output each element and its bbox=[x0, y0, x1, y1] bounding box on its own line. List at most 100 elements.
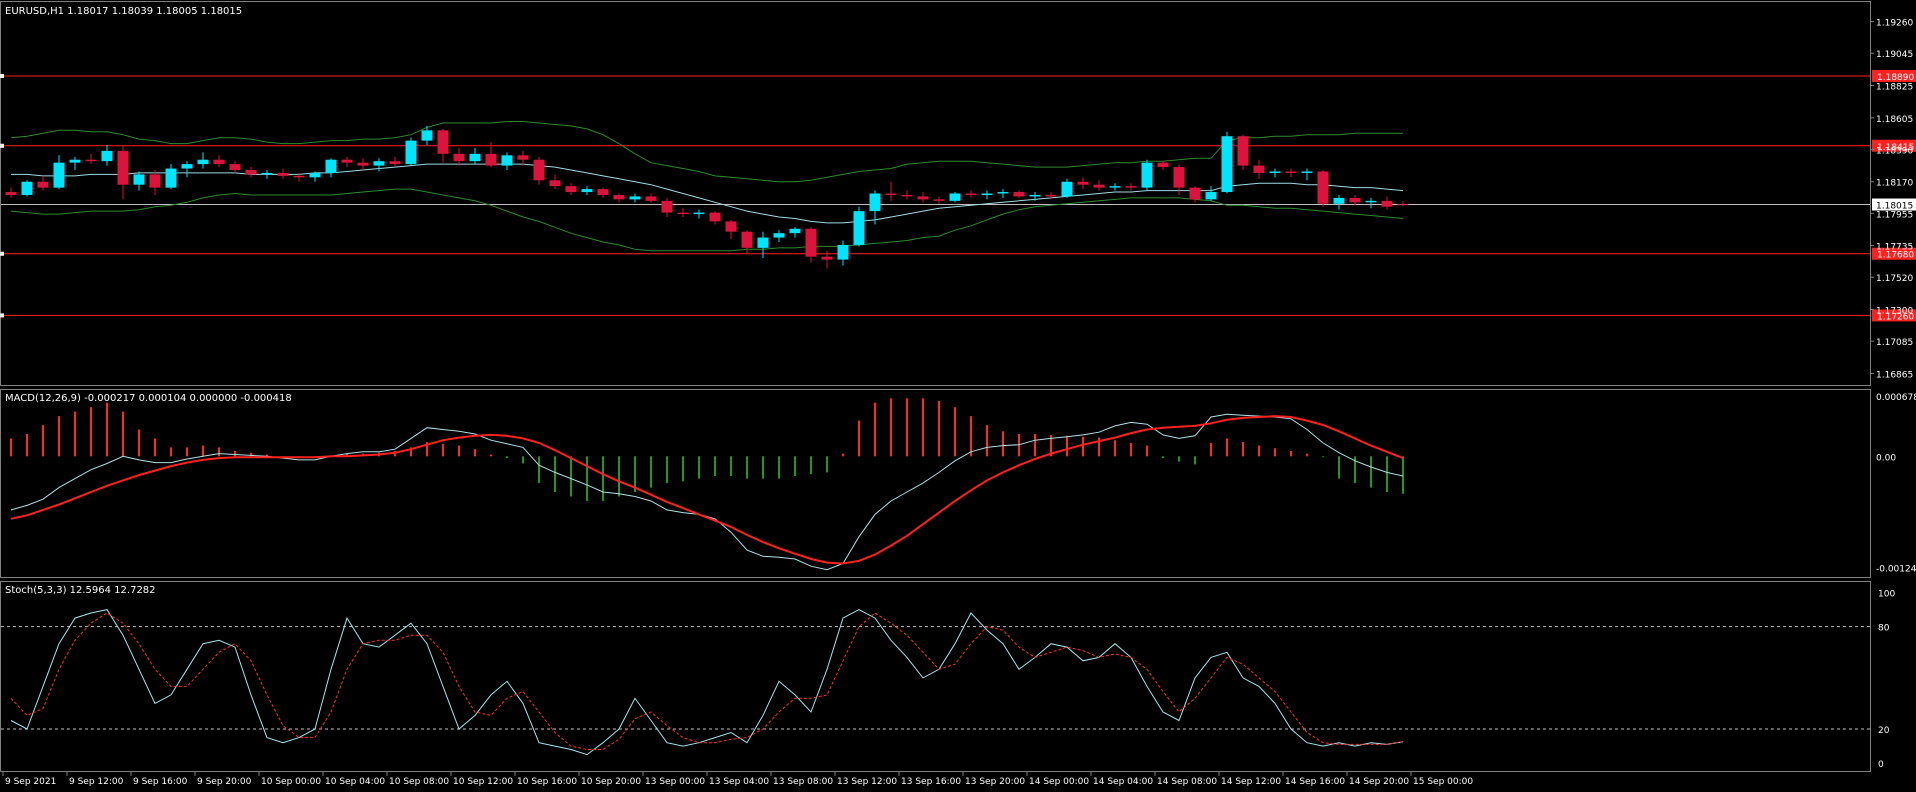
candle-body bbox=[1109, 186, 1121, 188]
level-handle-3 bbox=[0, 313, 4, 318]
candle-body bbox=[197, 159, 209, 165]
time-tick-label: 14 Sep 20:00 bbox=[1349, 777, 1409, 787]
candle-body bbox=[485, 153, 497, 166]
time-tick-label: 13 Sep 16:00 bbox=[901, 777, 961, 787]
candle-body bbox=[901, 194, 913, 197]
candle-body bbox=[1125, 186, 1137, 188]
level-handle-1 bbox=[0, 143, 4, 148]
price-tick-label: 1.16865 bbox=[1876, 370, 1913, 380]
candle-body bbox=[1045, 194, 1057, 197]
price-tick-label: 1.18605 bbox=[1876, 115, 1913, 125]
macd-tick-label: -0.001246 bbox=[1876, 565, 1916, 575]
time-tick-label: 13 Sep 20:00 bbox=[965, 777, 1025, 787]
candle-body bbox=[1189, 187, 1201, 200]
candle-body bbox=[1173, 167, 1185, 188]
candle-body bbox=[773, 233, 785, 238]
candle-body bbox=[1253, 165, 1265, 173]
candle-body bbox=[1317, 171, 1329, 204]
trading-chart[interactable]: 1.188901.184151.176801.172601.18015 1.19… bbox=[0, 0, 1916, 792]
candle-body bbox=[597, 189, 609, 195]
stoch-tick-label: 0 bbox=[1878, 760, 1884, 770]
candle-body bbox=[693, 212, 705, 215]
time-tick-label: 9 Sep 2021 bbox=[5, 777, 56, 787]
candle-body bbox=[1077, 181, 1089, 185]
time-tick-label: 13 Sep 12:00 bbox=[837, 777, 897, 787]
candle-body bbox=[1285, 171, 1297, 173]
candle-body bbox=[437, 130, 449, 154]
macd-tick-label: 0.00 bbox=[1876, 453, 1896, 463]
time-tick-label: 15 Sep 00:00 bbox=[1413, 777, 1473, 787]
time-tick-label: 10 Sep 00:00 bbox=[261, 777, 321, 787]
candle-body bbox=[245, 169, 257, 175]
macd-tick-label: 0.000678 bbox=[1876, 393, 1916, 403]
level-handle-0 bbox=[0, 73, 4, 78]
time-tick-label: 14 Sep 08:00 bbox=[1157, 777, 1217, 787]
candle-body bbox=[1221, 136, 1233, 193]
price-tick-label: 1.18825 bbox=[1876, 83, 1913, 93]
candle-body bbox=[581, 189, 593, 193]
candle-body bbox=[789, 228, 801, 234]
candle-body bbox=[645, 196, 657, 201]
time-tick-label: 14 Sep 00:00 bbox=[1029, 777, 1089, 787]
candle-body bbox=[229, 164, 241, 170]
time-tick-label: 9 Sep 20:00 bbox=[197, 777, 252, 787]
price-tick-label: 1.17735 bbox=[1876, 243, 1913, 253]
candle-body bbox=[997, 192, 1009, 194]
candle-body bbox=[101, 150, 113, 162]
candle-body bbox=[501, 155, 513, 166]
candle-body bbox=[741, 231, 753, 248]
candle-body bbox=[373, 161, 385, 166]
candle-body bbox=[1365, 200, 1377, 203]
level-tag-label-0: 1.18890 bbox=[1877, 73, 1914, 83]
candle-body bbox=[661, 200, 673, 213]
candle-body bbox=[85, 159, 97, 162]
candle-body bbox=[325, 159, 337, 173]
candle-body bbox=[757, 237, 769, 248]
time-tick-label: 10 Sep 04:00 bbox=[325, 777, 385, 787]
price-tick-label: 1.18390 bbox=[1876, 146, 1913, 156]
candle-body bbox=[821, 256, 833, 260]
candle-body bbox=[1061, 181, 1073, 197]
macd-label: MACD(12,26,9) -0.000217 0.000104 0.00000… bbox=[5, 393, 292, 404]
symbol-header: EURUSD,H1 1.18017 1.18039 1.18005 1.1801… bbox=[5, 6, 242, 17]
time-tick-label: 9 Sep 16:00 bbox=[133, 777, 188, 787]
candle-body bbox=[5, 192, 17, 195]
candle-body bbox=[149, 174, 161, 188]
candle-body bbox=[805, 228, 817, 257]
stoch-tick-label: 100 bbox=[1878, 590, 1895, 600]
time-tick-label: 13 Sep 08:00 bbox=[773, 777, 833, 787]
candle-body bbox=[613, 194, 625, 200]
candle-body bbox=[1029, 194, 1041, 197]
candle-body bbox=[37, 181, 49, 188]
candle-body bbox=[213, 159, 225, 165]
candle-body bbox=[1157, 162, 1169, 168]
time-tick-label: 14 Sep 16:00 bbox=[1285, 777, 1345, 787]
stoch-tick-label: 20 bbox=[1878, 726, 1890, 736]
time-tick-label: 10 Sep 08:00 bbox=[389, 777, 449, 787]
candle-body bbox=[1013, 192, 1025, 197]
candle-body bbox=[261, 172, 273, 175]
stoch-label: Stoch(5,3,3) 12.5964 12.7282 bbox=[5, 585, 156, 596]
time-tick-label: 13 Sep 00:00 bbox=[645, 777, 705, 787]
candle-body bbox=[165, 168, 177, 188]
candle-body bbox=[1397, 204, 1409, 206]
candle-body bbox=[981, 193, 993, 195]
candle-body bbox=[1269, 171, 1281, 173]
candle-body bbox=[453, 153, 465, 162]
candle-body bbox=[565, 186, 577, 193]
candle-body bbox=[421, 130, 433, 141]
candle-body bbox=[133, 174, 145, 185]
candle-body bbox=[517, 155, 529, 160]
candle-body bbox=[341, 159, 353, 163]
candle-body bbox=[1237, 136, 1249, 166]
candle-body bbox=[917, 196, 929, 200]
price-tick-label: 1.17300 bbox=[1876, 307, 1913, 317]
time-tick-label: 14 Sep 04:00 bbox=[1093, 777, 1153, 787]
price-tick-label: 1.19045 bbox=[1876, 50, 1913, 60]
price-tick-label: 1.19260 bbox=[1876, 19, 1913, 29]
candle-body bbox=[1205, 192, 1217, 200]
time-tick-label: 10 Sep 16:00 bbox=[517, 777, 577, 787]
candle-body bbox=[709, 212, 721, 222]
price-tick-label: 1.17520 bbox=[1876, 274, 1913, 284]
candle-body bbox=[1349, 197, 1361, 203]
